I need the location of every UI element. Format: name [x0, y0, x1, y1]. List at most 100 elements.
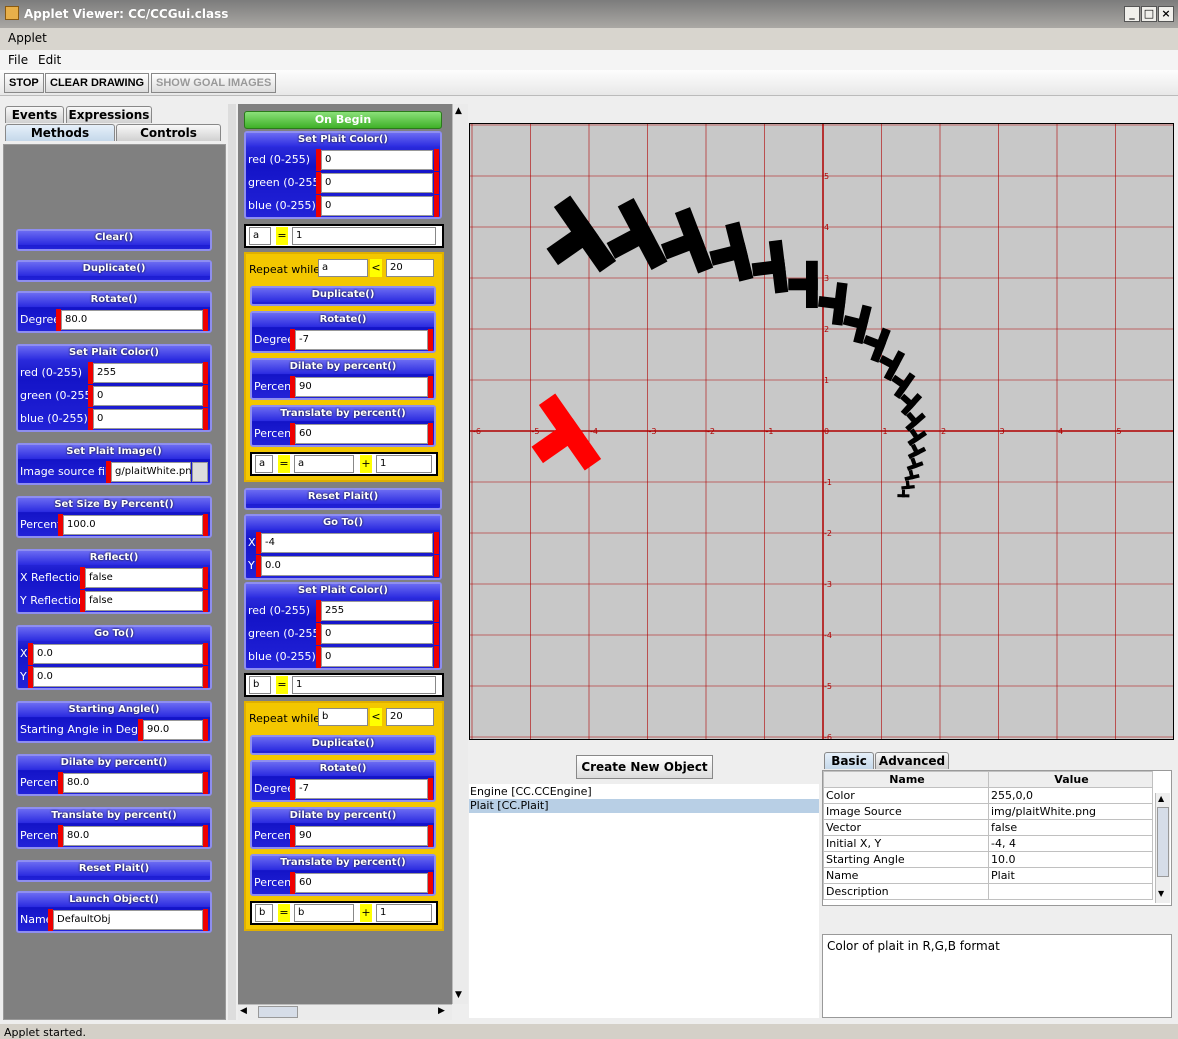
repeat-while-block[interactable]: Repeat while a < 20 Duplicate() Rotate()… [244, 252, 444, 482]
red-input[interactable]: 0 [321, 150, 433, 170]
scroll-up-icon[interactable]: ▲ [455, 106, 462, 116]
tab-expressions[interactable]: Expressions [66, 106, 152, 123]
var-name[interactable]: a [255, 455, 273, 473]
name-input[interactable]: DefaultObj [53, 910, 203, 930]
scroll-left-icon[interactable]: ◀ [240, 1006, 247, 1016]
table-row[interactable]: Vector false [823, 819, 1153, 836]
dilate-block[interactable]: Dilate by percent() Percent 90 [250, 358, 436, 400]
scroll-thumb[interactable] [258, 1006, 298, 1018]
maximize-button[interactable]: □ [1141, 6, 1157, 22]
green-input[interactable]: 0 [93, 386, 203, 406]
value-input[interactable]: 1 [376, 455, 432, 473]
program-horizontal-scrollbar[interactable]: ◀ ▶ [238, 1004, 452, 1020]
goto-block[interactable]: Go To() X -4 Y 0.0 [244, 514, 442, 580]
value-input[interactable]: 1 [376, 904, 432, 922]
var-name[interactable]: a [249, 227, 271, 245]
scroll-down-icon[interactable]: ▼ [455, 990, 462, 1000]
create-new-object-button[interactable]: Create New Object [576, 755, 713, 779]
lhs-input[interactable]: a [294, 455, 354, 473]
blue-input[interactable]: 0 [321, 647, 433, 667]
property-scrollbar[interactable]: ▲ ▼ [1155, 793, 1170, 903]
green-input[interactable]: 0 [321, 173, 433, 193]
x-reflection-input[interactable]: false [85, 568, 203, 588]
assign-b-block[interactable]: b = 1 [244, 673, 444, 697]
splitter[interactable] [228, 104, 236, 1020]
percent-input[interactable]: 100.0 [63, 515, 203, 535]
lhs-input[interactable]: b [294, 904, 354, 922]
set-plait-color-block[interactable]: Set Plait Color() red (0-255) 255 green (… [244, 582, 442, 670]
scroll-thumb[interactable] [1157, 807, 1169, 877]
starting-angle-input[interactable]: 90.0 [143, 720, 203, 740]
percent-input[interactable]: 80.0 [63, 773, 203, 793]
minimize-button[interactable]: _ [1124, 6, 1140, 22]
increment-b-block[interactable]: b = b + 1 [250, 901, 438, 925]
program-vertical-scrollbar[interactable]: ▲ ▼ [452, 104, 468, 1004]
property-value[interactable]: 10.0 [988, 851, 1153, 868]
clear-drawing-button[interactable]: CLEAR DRAWING [45, 73, 150, 93]
set-size-block[interactable]: Set Size By Percent() Percent 100.0 [16, 496, 212, 538]
rotate-block[interactable]: Rotate() Degree -7 [250, 760, 436, 802]
table-row[interactable]: Starting Angle 10.0 [823, 851, 1153, 868]
translate-block[interactable]: Translate by percent() Percent 60 [250, 854, 436, 896]
x-input[interactable]: -4 [261, 533, 433, 553]
green-input[interactable]: 0 [321, 624, 433, 644]
degree-input[interactable]: 80.0 [61, 310, 203, 330]
tab-controls[interactable]: Controls [116, 124, 221, 141]
blue-input[interactable]: 0 [93, 409, 203, 429]
scroll-down-icon[interactable]: ▼ [1158, 889, 1164, 898]
property-value[interactable]: img/plaitWhite.png [988, 803, 1153, 820]
translate-block[interactable]: Translate by percent() Percent 80.0 [16, 807, 212, 849]
drawing-canvas[interactable]: -6 -5 -4 -3 -2 -1 0 1 2 3 4 5 5 4 3 2 1 -1 -2 -3 -4 -5 -6 [469, 123, 1174, 740]
percent-input[interactable]: 90 [295, 377, 428, 397]
property-value[interactable]: 255,0,0 [988, 787, 1153, 804]
browse-button[interactable] [192, 462, 208, 482]
scroll-right-icon[interactable]: ▶ [438, 1006, 445, 1016]
set-plait-image-block[interactable]: Set Plait Image() Image source file g/pla… [16, 443, 212, 485]
launch-object-block[interactable]: Launch Object() Name DefaultObj [16, 891, 212, 933]
condition-value[interactable]: 20 [386, 708, 434, 726]
condition-value[interactable]: 20 [386, 259, 434, 277]
property-value[interactable] [988, 883, 1153, 900]
table-row[interactable]: Image Source img/plaitWhite.png [823, 803, 1153, 820]
close-button[interactable]: × [1158, 6, 1174, 22]
value-input[interactable]: 1 [292, 676, 436, 694]
tab-methods[interactable]: Methods [5, 124, 115, 141]
degree-input[interactable]: -7 [295, 330, 428, 350]
repeat-while-block[interactable]: Repeat while b < 20 Duplicate() Rotate()… [244, 701, 444, 931]
object-list-item[interactable]: Plait [CC.Plait] [469, 799, 819, 813]
value-input[interactable]: 1 [292, 227, 436, 245]
dilate-block[interactable]: Dilate by percent() Percent 90 [250, 807, 436, 849]
reset-plait-block[interactable]: Reset Plait() [16, 860, 212, 882]
percent-input[interactable]: 60 [295, 424, 428, 444]
reflect-block[interactable]: Reflect() X Reflection false Y Reflection… [16, 549, 212, 614]
show-goal-images-button[interactable]: SHOW GOAL IMAGES [151, 73, 277, 93]
var-name[interactable]: b [255, 904, 273, 922]
tab-basic[interactable]: Basic [824, 752, 874, 769]
red-input[interactable]: 255 [93, 363, 203, 383]
y-reflection-input[interactable]: false [85, 591, 203, 611]
condition-var[interactable]: b [318, 708, 368, 726]
table-row[interactable]: Initial X, Y -4, 4 [823, 835, 1153, 852]
percent-input[interactable]: 80.0 [63, 826, 203, 846]
clear-block[interactable]: Clear() [16, 229, 212, 251]
y-input[interactable]: 0.0 [261, 556, 433, 576]
y-input[interactable]: 0.0 [33, 667, 203, 687]
set-plait-color-block[interactable]: Set Plait Color() red (0-255) 255 green (… [16, 344, 212, 432]
percent-input[interactable]: 90 [295, 826, 428, 846]
property-value[interactable]: false [988, 819, 1153, 836]
table-row[interactable]: Color 255,0,0 [823, 787, 1153, 804]
table-row[interactable]: Description [823, 883, 1153, 900]
blue-input[interactable]: 0 [321, 196, 433, 216]
condition-var[interactable]: a [318, 259, 368, 277]
property-value[interactable]: Plait [988, 867, 1153, 884]
duplicate-block[interactable]: Duplicate() [16, 260, 212, 282]
table-row[interactable]: Name Plait [823, 867, 1153, 884]
duplicate-block[interactable]: Duplicate() [250, 735, 436, 755]
increment-a-block[interactable]: a = a + 1 [250, 452, 438, 476]
edit-menu[interactable]: Edit [38, 53, 61, 67]
x-input[interactable]: 0.0 [33, 644, 203, 664]
object-list-item[interactable]: Engine [CC.CCEngine] [469, 785, 819, 799]
reset-plait-block[interactable]: Reset Plait() [244, 488, 442, 510]
set-plait-color-block[interactable]: Set Plait Color() red (0-255) 0 green (0-… [244, 131, 442, 219]
translate-block[interactable]: Translate by percent() Percent 60 [250, 405, 436, 447]
